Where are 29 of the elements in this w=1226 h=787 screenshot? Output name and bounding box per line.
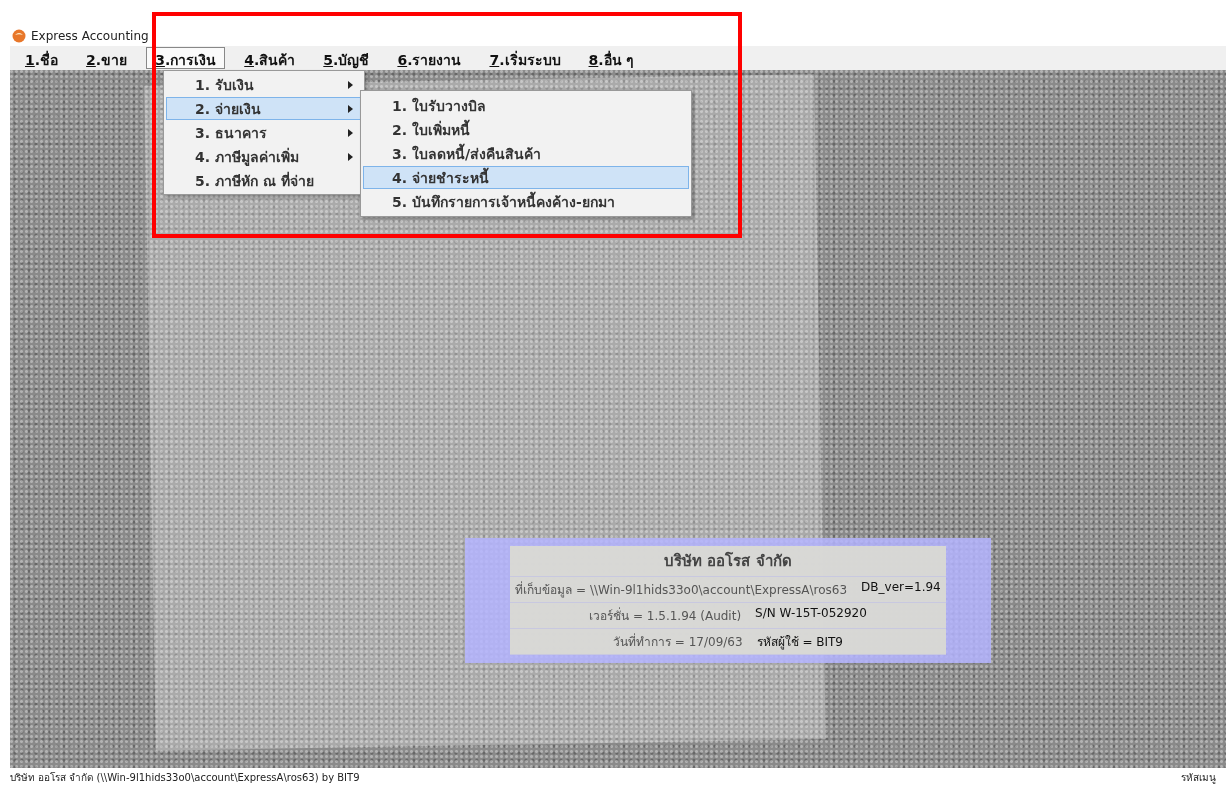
menu-entry[interactable]: 4. จ่ายชำระหนี้ [363, 166, 689, 189]
info-text: วันที่ทำการ = 17/09/63 [613, 632, 743, 651]
menu-item[interactable]: 6.รายงาน [388, 47, 471, 69]
menu-entry[interactable]: 1. ใบรับวางบิล [363, 94, 689, 117]
menu-entry[interactable]: 4. ภาษีมูลค่าเพิ่ม [166, 145, 362, 168]
info-text: S/N W-15T-052920 [755, 606, 867, 622]
menu-item[interactable]: 4.สินค้า [235, 47, 305, 69]
menu-entry[interactable]: 2. จ่ายเงิน [166, 97, 362, 120]
company-name: บริษัท ออโรส จำกัด [510, 546, 946, 577]
menu-entry[interactable]: 5. ภาษีหัก ณ ที่จ่าย [166, 169, 362, 192]
menu-item[interactable]: 3.การเงิน [146, 47, 226, 69]
menu-entry[interactable]: 3. ธนาคาร [166, 121, 362, 144]
menu-entry[interactable]: 3. ใบลดหนี้/ส่งคืนสินค้า [363, 142, 689, 165]
window-title: Express Accounting [31, 29, 149, 43]
menu-item[interactable]: 2.ขาย [77, 47, 137, 69]
info-text: รหัสผู้ใช้ = BIT9 [756, 634, 843, 651]
menu-entry[interactable]: 1. รับเงิน [166, 73, 362, 96]
menu-item[interactable]: 5.บัญชี [314, 47, 379, 69]
menu-item[interactable]: 1.ชื่อ [16, 47, 68, 69]
status-text: บริษัท ออโรส จำกัด (\\Win-9l1hids33o0\account\ExpressA\ros63) by BIT9 [10, 771, 360, 785]
menu-item[interactable]: 8.อื่น ๆ [579, 47, 644, 69]
app-logo-icon [12, 29, 26, 43]
info-text: เวอร์ชั่น = 1.5.1.94 (Audit) [589, 606, 742, 625]
info-text: ที่เก็บข้อมูล = \\Win-9l1hids33o0\account\ExpressA\ros63 [515, 580, 848, 599]
menu-item[interactable]: 7.เริ่มระบบ [480, 47, 570, 69]
info-text: DB_ver=1.94 [861, 580, 941, 596]
menu-entry[interactable]: 2. ใบเพิ่มหนี้ [363, 118, 689, 141]
status-text: รหัสเมนู [1181, 771, 1216, 785]
menu-entry[interactable]: 5. บันทึกรายการเจ้าหนี้คงค้าง-ยกมา [363, 190, 689, 213]
